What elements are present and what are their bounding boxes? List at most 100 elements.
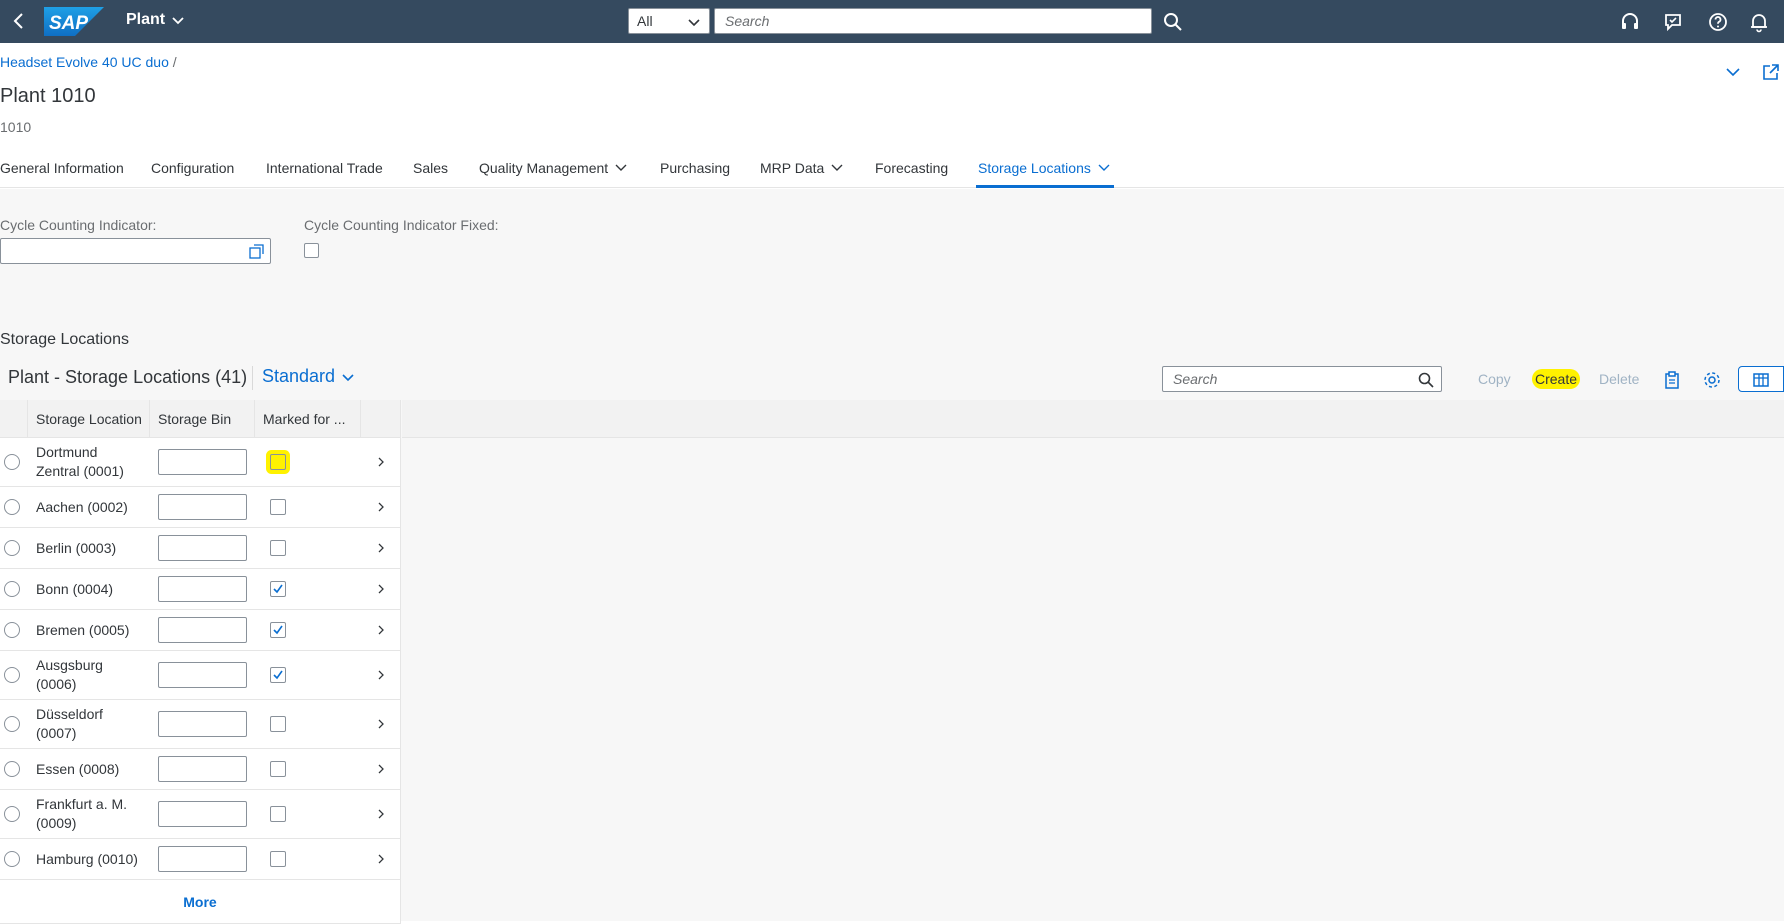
marked-for-deletion-checkbox[interactable] [270, 499, 286, 515]
more-button[interactable]: More [0, 880, 400, 924]
app-title: Plant [126, 11, 166, 28]
table-row[interactable]: Aachen (0002) [0, 487, 400, 528]
value-help-icon[interactable] [249, 244, 264, 259]
delete-button[interactable]: Delete [1599, 371, 1639, 387]
storage-bin-input[interactable] [158, 711, 247, 737]
table-row[interactable]: Frankfurt a. M. (0009) [0, 790, 400, 839]
storage-bin-input[interactable] [158, 662, 247, 688]
tab-label: Forecasting [875, 160, 949, 176]
cycle-counting-fixed-checkbox[interactable] [304, 243, 319, 258]
chevron-right-icon[interactable] [374, 582, 388, 596]
storage-bin-input[interactable] [158, 846, 247, 872]
app-title-menu[interactable]: Plant [126, 11, 185, 29]
chevron-right-icon[interactable] [374, 541, 388, 555]
row-select-radio[interactable] [4, 806, 20, 822]
svg-text:SAP: SAP [49, 13, 88, 34]
storage-bin-input[interactable] [158, 617, 247, 643]
chevron-down-icon[interactable] [1723, 62, 1743, 82]
checkmark-icon [273, 670, 283, 680]
table-row[interactable]: Düsseldorf (0007) [0, 700, 400, 749]
create-button[interactable]: Create [1532, 369, 1581, 389]
table-row[interactable]: Essen (0008) [0, 749, 400, 790]
row-select-radio[interactable] [4, 499, 20, 515]
tab-sales[interactable]: Sales [413, 160, 448, 176]
marked-for-deletion-checkbox[interactable] [270, 761, 286, 777]
clipboard-icon[interactable] [1661, 369, 1683, 391]
marked-for-deletion-checkbox[interactable] [270, 622, 286, 638]
breadcrumb: Headset Evolve 40 UC duo / [0, 54, 177, 70]
chevron-right-icon[interactable] [374, 500, 388, 514]
tab-bar: General Information Configuration Intern… [0, 150, 1784, 188]
breadcrumb-link-material[interactable]: Headset Evolve 40 UC duo [0, 54, 169, 70]
table-row[interactable]: Hamburg (0010) [0, 839, 400, 880]
headset-icon[interactable] [1619, 11, 1641, 33]
tab-purchasing[interactable]: Purchasing [660, 160, 730, 176]
row-select-radio[interactable] [4, 851, 20, 867]
chevron-right-icon[interactable] [374, 717, 388, 731]
table-row[interactable]: Bonn (0004) [0, 569, 400, 610]
tab-forecasting[interactable]: Forecasting [875, 160, 948, 176]
feedback-icon[interactable] [1663, 11, 1685, 33]
variant-select[interactable]: Standard [262, 366, 355, 387]
chevron-right-icon[interactable] [374, 807, 388, 821]
table-title: Plant - Storage Locations (41) [8, 367, 248, 387]
row-select-radio[interactable] [4, 581, 20, 597]
sap-logo[interactable]: SAP [44, 7, 104, 36]
table-settings-button[interactable] [1738, 366, 1784, 392]
chevron-right-icon[interactable] [374, 455, 388, 469]
back-icon[interactable] [6, 9, 32, 33]
checkmark-icon [273, 584, 283, 594]
row-select-radio[interactable] [4, 667, 20, 683]
storage-bin-input[interactable] [158, 801, 247, 827]
table-row[interactable]: Bremen (0005) [0, 610, 400, 651]
row-select-radio[interactable] [4, 761, 20, 777]
search-icon[interactable] [1162, 11, 1184, 33]
marked-for-deletion-checkbox[interactable] [270, 716, 286, 732]
global-search-input[interactable]: Search [714, 8, 1152, 34]
tab-quality-management[interactable]: Quality Management [479, 160, 628, 176]
table-row[interactable]: Ausgsburg (0006) [0, 651, 400, 700]
row-select-radio[interactable] [4, 540, 20, 556]
column-header-storage-bin[interactable]: Storage Bin [150, 400, 255, 438]
copy-button[interactable]: Copy [1478, 371, 1511, 387]
marked-for-deletion-checkbox[interactable] [270, 540, 286, 556]
chevron-right-icon[interactable] [374, 623, 388, 637]
chevron-right-icon[interactable] [374, 762, 388, 776]
table-row[interactable]: Dortmund Zentral (0001) [0, 438, 400, 487]
tab-storage-locations[interactable]: Storage Locations [978, 160, 1111, 176]
table-search-placeholder: Search [1173, 371, 1218, 387]
tab-label: Storage Locations [978, 160, 1091, 176]
gear-icon[interactable] [1701, 369, 1723, 391]
table-search-input[interactable]: Search [1162, 366, 1442, 392]
marked-for-deletion-checkbox[interactable] [270, 851, 286, 867]
share-icon[interactable] [1761, 62, 1781, 82]
column-header-storage-location[interactable]: Storage Location [28, 400, 150, 438]
column-header-marked-for[interactable]: Marked for ... [255, 400, 361, 438]
tab-international-trade[interactable]: International Trade [266, 160, 383, 176]
marked-for-deletion-checkbox[interactable] [270, 581, 286, 597]
storage-bin-input[interactable] [158, 535, 247, 561]
chevron-down-icon [615, 164, 627, 171]
cycle-counting-input[interactable] [0, 238, 271, 264]
storage-bin-input[interactable] [158, 756, 247, 782]
storage-bin-input[interactable] [158, 449, 247, 475]
search-icon[interactable] [1417, 371, 1435, 389]
table-row[interactable]: Berlin (0003) [0, 528, 400, 569]
search-scope-select[interactable]: All [628, 8, 710, 34]
marked-for-deletion-checkbox[interactable] [270, 806, 286, 822]
chevron-right-icon[interactable] [374, 852, 388, 866]
marked-for-deletion-checkbox[interactable] [270, 454, 286, 470]
chevron-right-icon[interactable] [374, 668, 388, 682]
marked-for-deletion-checkbox[interactable] [270, 667, 286, 683]
row-select-radio[interactable] [4, 716, 20, 732]
help-icon[interactable] [1707, 11, 1729, 33]
tab-configuration[interactable]: Configuration [151, 160, 234, 176]
row-select-radio[interactable] [4, 622, 20, 638]
row-select-radio[interactable] [4, 454, 20, 470]
tab-general-information[interactable]: General Information [0, 160, 124, 176]
storage-bin-input[interactable] [158, 494, 247, 520]
tab-mrp-data[interactable]: MRP Data [760, 160, 844, 176]
bell-icon[interactable] [1748, 11, 1770, 33]
global-search-placeholder: Search [725, 13, 770, 29]
storage-bin-input[interactable] [158, 576, 247, 602]
